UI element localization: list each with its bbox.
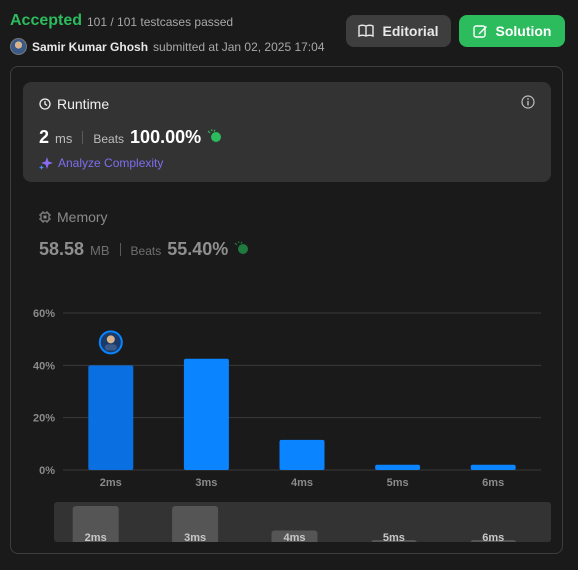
solution-label: Solution: [495, 23, 552, 39]
brush-label: 6ms: [482, 532, 504, 542]
clock-icon: [39, 98, 51, 110]
brush-label: 2ms: [85, 532, 107, 542]
solution-button[interactable]: Solution: [459, 15, 565, 47]
brush-label: 5ms: [383, 532, 405, 542]
runtime-distribution-chart: 0% 20% 40% 60% 2ms 3ms 4ms 5ms 6ms: [33, 308, 541, 489]
runtime-header: Runtime: [39, 96, 109, 112]
edit-icon: [472, 24, 487, 38]
bar-3ms[interactable]: [183, 358, 229, 470]
analyze-label: Analyze Complexity: [58, 156, 164, 170]
clap-icon: [234, 241, 249, 254]
runtime-unit: ms: [55, 131, 73, 146]
y-tick-label: 0%: [39, 465, 55, 477]
editorial-button[interactable]: Editorial: [346, 15, 451, 47]
x-tick-label: 5ms: [387, 477, 409, 489]
submission-header: Accepted 101 / 101 testcases passed Sami…: [10, 10, 568, 60]
y-tick-label: 40%: [33, 360, 55, 372]
runtime-beats-value: 100.00%: [130, 127, 202, 147]
runtime-stats: 2 ms Beats 100.00%: [39, 127, 223, 148]
runtime-title: Runtime: [57, 96, 110, 112]
avatar[interactable]: [10, 38, 27, 55]
chip-icon: [39, 211, 51, 223]
submission-info: Samir Kumar Ghosh submitted at Jan 02, 2…: [10, 38, 325, 55]
brush-label: 4ms: [283, 532, 305, 542]
bar-4ms[interactable]: [279, 439, 325, 470]
divider: [119, 243, 121, 256]
divider: [82, 131, 84, 144]
beats-label: Beats: [93, 132, 125, 146]
y-tick-label: 20%: [33, 413, 55, 425]
editorial-label: Editorial: [382, 23, 439, 39]
memory-unit: MB: [90, 243, 110, 258]
brush-label: 3ms: [184, 532, 206, 542]
avatar-body: [104, 344, 117, 351]
bar-6ms[interactable]: [470, 464, 516, 470]
x-tick-label: 4ms: [291, 477, 313, 489]
beats-label: Beats: [130, 244, 162, 258]
x-tick-label: 2ms: [100, 477, 122, 489]
sparkle-icon: [39, 157, 53, 170]
status-accepted[interactable]: Accepted: [10, 12, 82, 30]
performance-panel: Runtime 2 ms Beats 100.00% Analyze Compl…: [10, 66, 563, 554]
bar-2ms[interactable]: [88, 365, 134, 470]
y-tick-label: 60%: [33, 308, 55, 320]
memory-header[interactable]: Memory: [39, 209, 108, 225]
testcases-passed: 101 / 101 testcases passed: [87, 15, 234, 29]
username-link[interactable]: Samir Kumar Ghosh: [32, 40, 148, 54]
analyze-complexity-link[interactable]: Analyze Complexity: [39, 156, 163, 170]
bar-5ms[interactable]: [375, 464, 421, 470]
memory-stats: 58.58 MB Beats 55.40%: [39, 239, 250, 260]
info-icon[interactable]: [521, 95, 535, 109]
submitted-time: submitted at Jan 02, 2025 17:04: [153, 39, 325, 54]
clap-icon: [207, 129, 222, 142]
x-tick-label: 3ms: [195, 477, 217, 489]
avatar-face: [106, 335, 115, 344]
memory-beats-value: 55.40%: [167, 239, 229, 259]
chart-range-brush[interactable]: 2ms 3ms 4ms 5ms 6ms: [54, 502, 551, 542]
x-tick-label: 6ms: [482, 477, 504, 489]
book-icon: [358, 24, 375, 38]
memory-value: 58.58: [39, 239, 85, 259]
memory-title: Memory: [57, 209, 108, 225]
runtime-card[interactable]: Runtime 2 ms Beats 100.00% Analyze Compl…: [23, 82, 551, 182]
runtime-value: 2: [39, 127, 50, 147]
